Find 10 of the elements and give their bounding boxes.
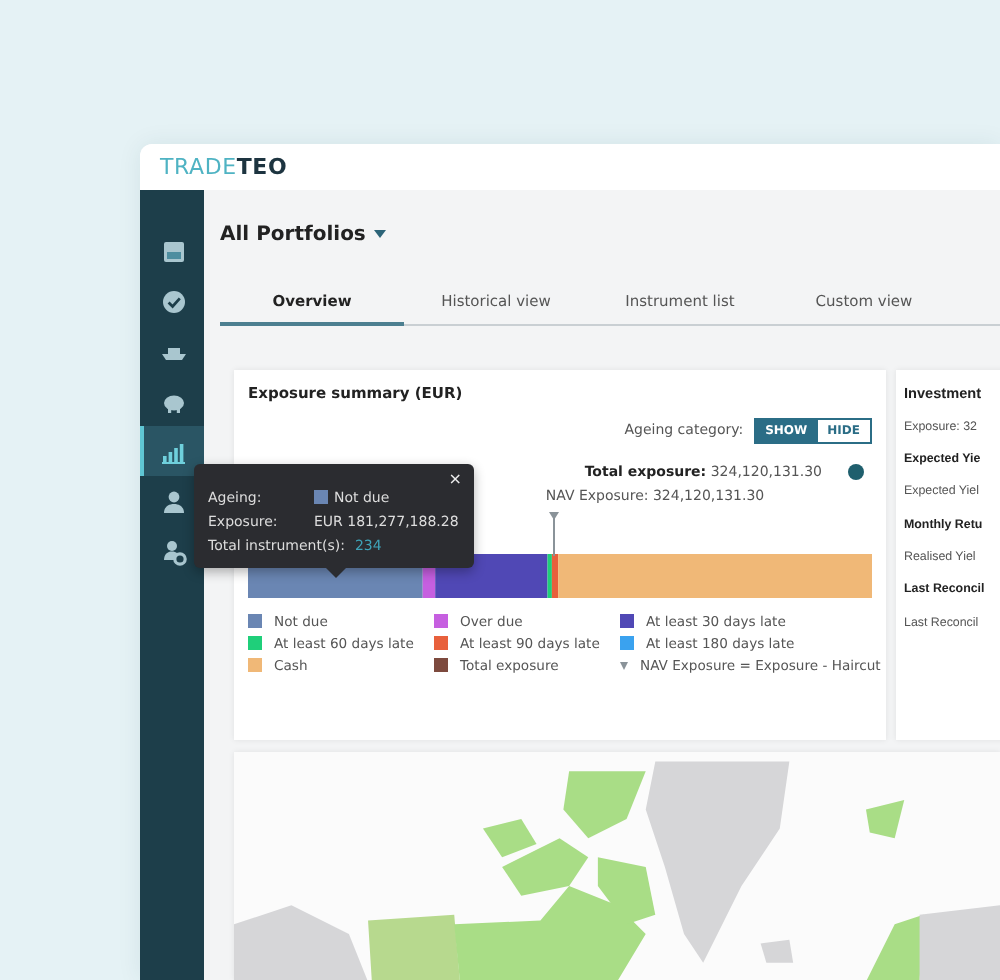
info-icon[interactable] (848, 463, 864, 479)
caret-icon[interactable] (373, 230, 386, 238)
check-circle-icon (160, 287, 188, 315)
page-title: All Portfolios (220, 223, 366, 245)
logo: TRADETEO (160, 154, 288, 180)
sidebar-item[interactable] (140, 426, 204, 476)
person-icon (160, 487, 188, 515)
dashboard-icon (160, 237, 188, 265)
close-button[interactable]: × (448, 469, 462, 487)
person-gear-icon (160, 537, 188, 565)
